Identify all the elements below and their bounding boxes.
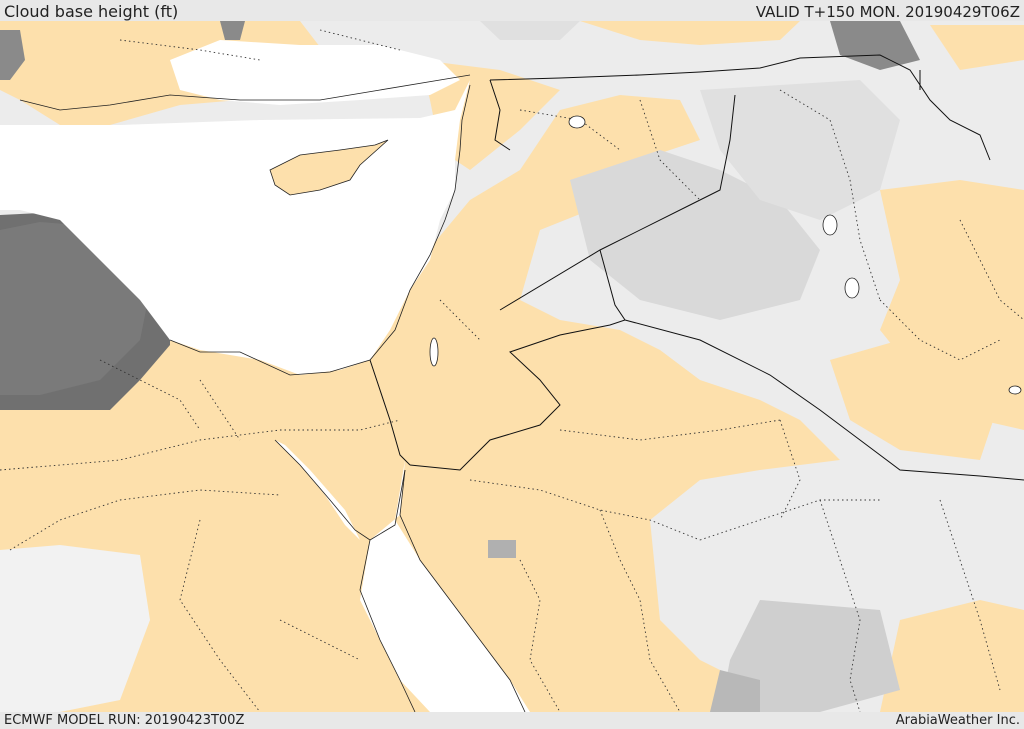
model-run-label: ECMWF MODEL RUN: 20190423T00Z <box>4 713 245 728</box>
header-bar: Cloud base height (ft) VALID T+150 MON. … <box>0 0 1024 21</box>
weather-map[interactable] <box>0 21 1024 712</box>
credit-label: ArabiaWeather Inc. <box>895 713 1020 728</box>
footer-bar: ECMWF MODEL RUN: 20190423T00Z ArabiaWeat… <box>0 712 1024 729</box>
valid-time-label: VALID T+150 MON. 20190429T06Z <box>755 3 1020 21</box>
chart-title: Cloud base height (ft) <box>4 2 179 21</box>
